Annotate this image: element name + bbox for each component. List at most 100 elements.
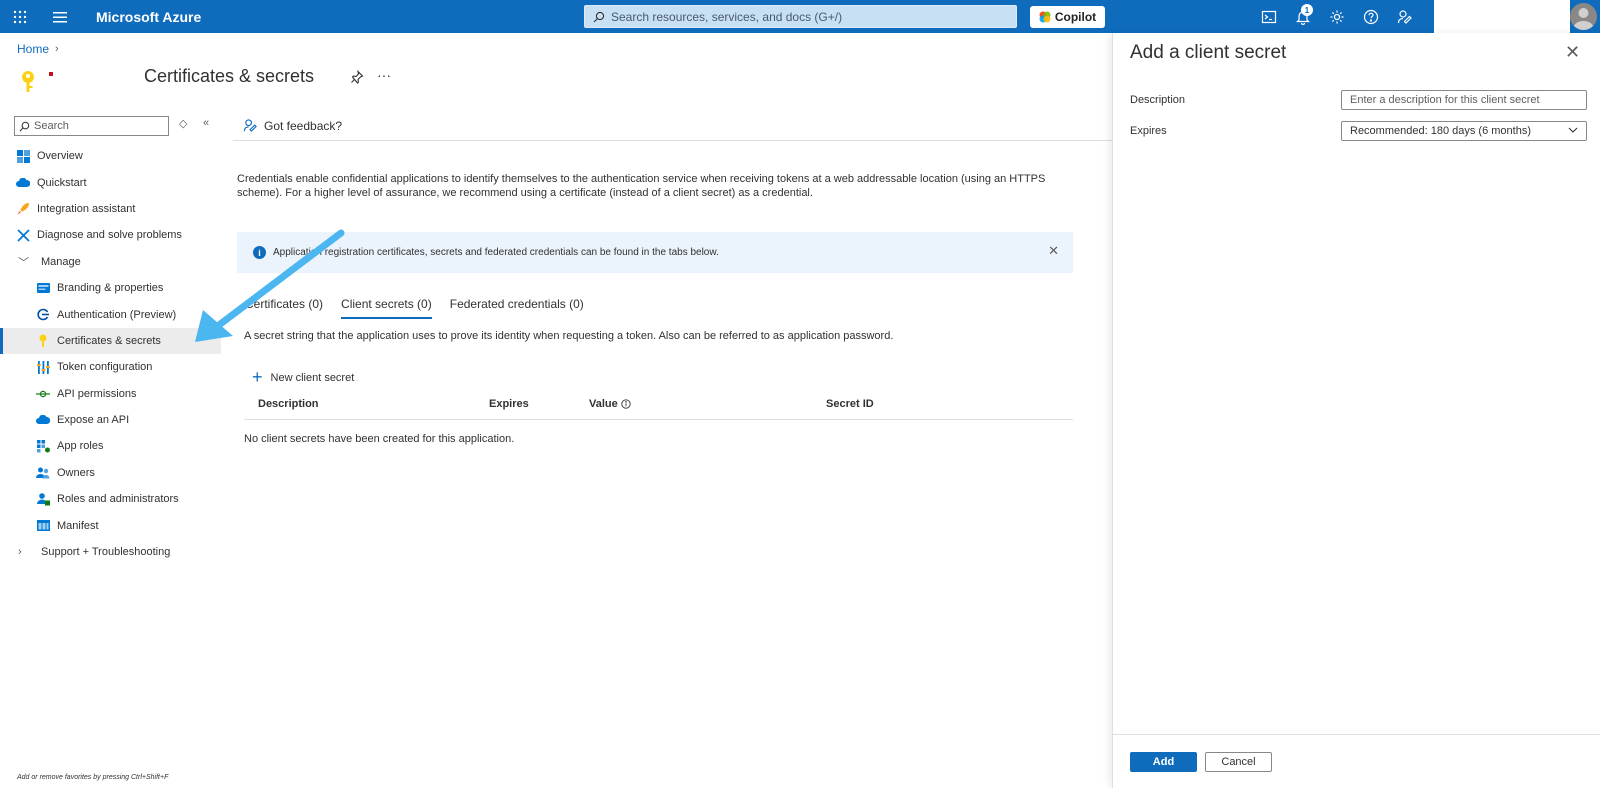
rocket-icon xyxy=(16,202,30,216)
sidebar-item-label: Manifest xyxy=(57,519,99,532)
sidebar-item-label: Token configuration xyxy=(57,361,153,374)
feedback-label: Got feedback? xyxy=(264,118,343,133)
overview-icon xyxy=(16,149,30,163)
new-client-secret-label: New client secret xyxy=(270,371,355,384)
sidebar-item-authentication[interactable]: Authentication (Preview) xyxy=(0,301,221,327)
panel-title: Add a client secret xyxy=(1130,42,1287,63)
menu-icon[interactable] xyxy=(40,0,80,33)
expires-dropdown[interactable]: Recommended: 180 days (6 months) xyxy=(1341,121,1587,141)
tab-client-secrets[interactable]: Client secrets (0) xyxy=(341,297,432,319)
token-icon xyxy=(36,360,50,374)
global-search[interactable] xyxy=(584,5,1017,28)
info-message: Application registration certificates, s… xyxy=(273,247,719,258)
sidebar-item-app-roles[interactable]: App roles xyxy=(0,433,221,459)
global-search-input[interactable] xyxy=(611,9,1011,24)
divider xyxy=(233,140,1112,141)
app-launcher-icon[interactable] xyxy=(0,0,40,33)
column-expires[interactable]: Expires xyxy=(489,398,529,410)
sidebar-item-token-configuration[interactable]: Token configuration xyxy=(0,354,221,380)
column-value-label: Value xyxy=(589,398,618,410)
sidebar-item-roles-administrators[interactable]: Roles and administrators xyxy=(0,486,221,512)
sidebar-item-label: Roles and administrators xyxy=(57,493,179,506)
sidebar-item-owners[interactable]: Owners xyxy=(0,460,221,486)
sidebar-item-diagnose[interactable]: Diagnose and solve problems xyxy=(0,222,221,248)
avatar[interactable] xyxy=(1570,3,1597,30)
empty-state-message: No client secrets have been created for … xyxy=(244,433,515,445)
sidebar-search-input[interactable] xyxy=(34,120,159,132)
search-icon xyxy=(593,11,605,22)
sidebar-item-quickstart[interactable]: Quickstart xyxy=(0,169,221,195)
sidebar-item-label: API permissions xyxy=(57,387,137,400)
breadcrumb-home-link[interactable]: Home xyxy=(17,42,49,56)
pin-icon[interactable] xyxy=(350,70,364,84)
sidebar-search[interactable] xyxy=(14,116,169,136)
sidebar-group-label: Manage xyxy=(41,255,81,268)
chevron-down-icon xyxy=(1568,127,1578,133)
description-label: Description xyxy=(1130,94,1186,106)
sidebar-item-label: Expose an API xyxy=(57,414,130,427)
brand-title[interactable]: Microsoft Azure xyxy=(96,9,201,25)
sidebar-item-label: Integration assistant xyxy=(37,202,136,215)
info-banner: i Application registration certificates,… xyxy=(237,232,1073,273)
sidebar-item-manifest[interactable]: Manifest xyxy=(0,512,221,538)
close-icon[interactable]: ✕ xyxy=(1048,243,1059,259)
search-icon xyxy=(19,121,30,131)
feedback-icon[interactable] xyxy=(1388,0,1422,33)
new-client-secret-button[interactable]: + New client secret xyxy=(252,367,354,388)
sidebar-item-label: Branding & properties xyxy=(57,282,164,295)
breadcrumb: Home › xyxy=(17,42,59,56)
branding-icon xyxy=(36,281,50,295)
page-title: Certificates & secrets xyxy=(144,66,315,86)
sidebar-item-certificates-secrets[interactable]: Certificates & secrets xyxy=(0,327,221,355)
credential-tabs: Certificates (0) Client secrets (0) Fede… xyxy=(245,297,602,319)
account-name[interactable] xyxy=(1434,0,1570,33)
column-value[interactable]: Value xyxy=(589,398,631,410)
add-button[interactable]: Add xyxy=(1130,752,1197,772)
tab-federated-credentials[interactable]: Federated credentials (0) xyxy=(450,297,584,319)
sidebar-item-label: App roles xyxy=(57,440,104,453)
sort-toggle-icon[interactable]: ◇ xyxy=(179,117,187,130)
info-circle-icon[interactable] xyxy=(621,399,631,409)
info-icon: i xyxy=(253,246,266,259)
plus-icon: + xyxy=(252,367,263,387)
feedback-link[interactable]: Got feedback? xyxy=(243,118,342,133)
secrets-table-header: Description Expires Value Secret ID xyxy=(244,398,1073,420)
cloud-shell-icon[interactable] xyxy=(1252,0,1286,33)
sidebar-group-manage[interactable]: ﹀ Manage xyxy=(0,249,221,275)
cancel-button[interactable]: Cancel xyxy=(1205,752,1272,772)
panel-footer-divider xyxy=(1113,734,1600,735)
copilot-icon xyxy=(1039,11,1051,23)
manifest-icon xyxy=(36,519,50,533)
column-description[interactable]: Description xyxy=(258,398,319,410)
feedback-person-icon xyxy=(243,119,257,132)
sidebar-item-label: Overview xyxy=(37,150,83,163)
help-icon[interactable] xyxy=(1354,0,1388,33)
description-input[interactable] xyxy=(1341,90,1587,110)
authentication-icon xyxy=(36,308,50,322)
cloud-icon xyxy=(36,413,50,427)
collapse-sidebar-icon[interactable]: « xyxy=(203,117,209,129)
sidebar-item-api-permissions[interactable]: API permissions xyxy=(0,381,221,407)
sidebar-item-label: Owners xyxy=(57,466,95,479)
key-icon xyxy=(36,334,50,348)
sidebar-item-expose-api[interactable]: Expose an API xyxy=(0,407,221,433)
sidebar-nav: Overview Quickstart Integration assistan… xyxy=(0,143,221,565)
sidebar-group-support[interactable]: › Support + Troubleshooting xyxy=(0,539,221,565)
api-permissions-icon xyxy=(36,387,50,401)
sidebar-item-overview[interactable]: Overview xyxy=(0,143,221,169)
settings-gear-icon[interactable] xyxy=(1320,0,1354,33)
copilot-label: Copilot xyxy=(1054,10,1097,24)
sidebar-item-label: Authentication (Preview) xyxy=(57,308,177,321)
copilot-button[interactable]: Copilot xyxy=(1030,6,1105,28)
tab-certificates[interactable]: Certificates (0) xyxy=(245,297,323,319)
sidebar-item-branding[interactable]: Branding & properties xyxy=(0,275,221,301)
expires-label: Expires xyxy=(1130,125,1167,137)
sidebar-item-integration-assistant[interactable]: Integration assistant xyxy=(0,196,221,222)
notifications-icon[interactable]: 1 xyxy=(1286,0,1320,33)
column-secret-id[interactable]: Secret ID xyxy=(826,398,874,410)
close-icon[interactable]: ✕ xyxy=(1565,42,1580,63)
more-options-icon[interactable]: ··· xyxy=(377,67,391,83)
app-roles-icon xyxy=(36,439,50,453)
sidebar-item-label: Quickstart xyxy=(37,176,87,189)
sidebar-item-label: Certificates & secrets xyxy=(57,334,161,347)
